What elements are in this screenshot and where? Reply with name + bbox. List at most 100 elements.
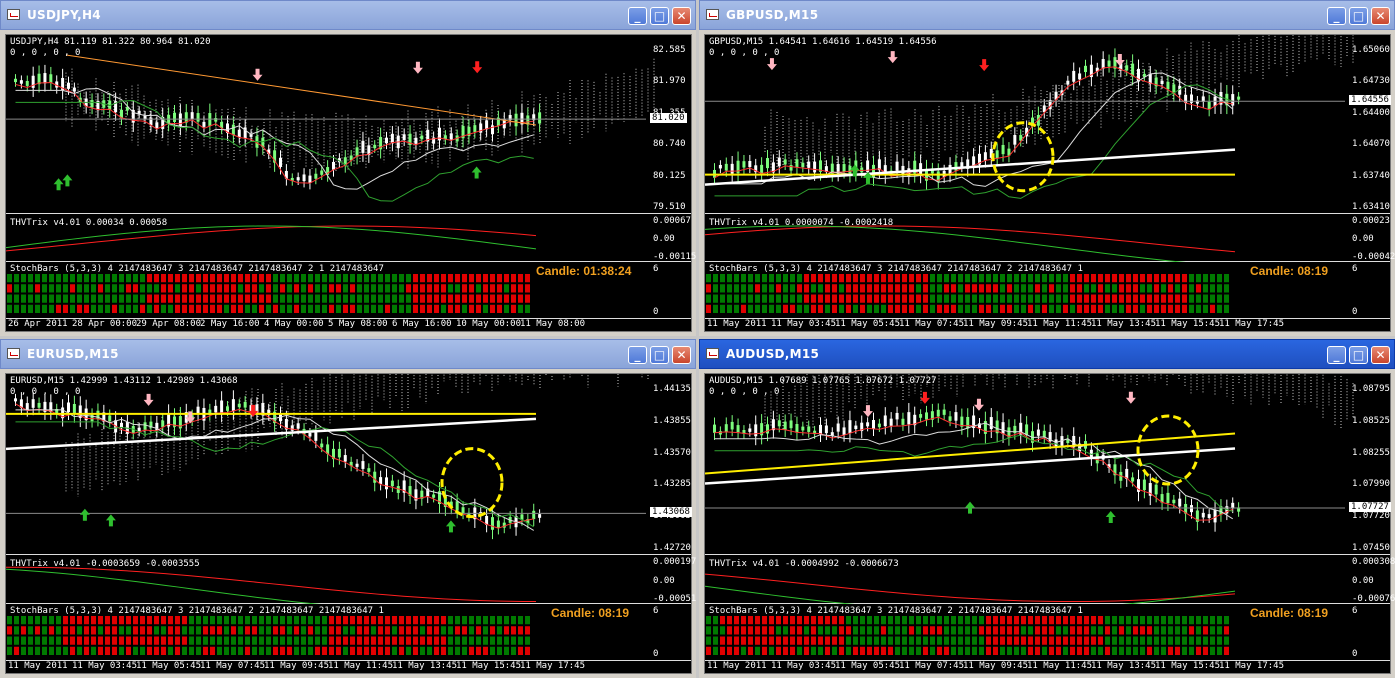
stoch-cell [1105,616,1110,625]
stoch-cell [378,304,383,313]
window-titlebar[interactable]: USDJPY,H4 _ □ ✕ [0,0,696,30]
price-pane[interactable]: GBPUSD,M15 1.64541 1.64616 1.64519 1.645… [705,35,1391,214]
stoch-cell [91,616,96,625]
stoch-cell [993,616,998,625]
stoch-cell [1196,294,1201,303]
stoch-cell [413,636,418,645]
candle-body [1042,430,1046,438]
chart-window-eurusd[interactable]: EURUSD,M15 _ □ ✕ EURUSD,M15 1.42999 1.43… [0,339,696,678]
stoch-cell [455,626,460,635]
stoch-cell [951,284,956,293]
stoch-cell [231,284,236,293]
stoch-cell [1182,294,1187,303]
stoch-cell [776,616,781,625]
stoch-cell [916,294,921,303]
close-button[interactable]: ✕ [1371,7,1390,25]
stoch-cell [518,294,523,303]
price-axis-label: 1.44135 [653,384,691,394]
chart-area[interactable]: EURUSD,M15 1.42999 1.43112 1.42989 1.430… [5,373,696,674]
stoch-cell [343,294,348,303]
trix-pane[interactable]: THVTrix v4.01 0.00034 0.00058 0.00067 0.00… [6,214,696,262]
chart-area[interactable]: GBPUSD,M15 1.64541 1.64616 1.64519 1.645… [704,34,1395,332]
stoch-cell [392,304,397,313]
stochbars-pane[interactable]: StochBars (5,3,3) 4 2147483647 3 2147483… [6,262,691,319]
stoch-cell [245,284,250,293]
chart-area[interactable]: USDJPY,H4 81.119 81.322 80.964 81.020 0 ,… [5,34,696,332]
candle-body [231,124,235,136]
candle-body [1107,60,1111,67]
stoch-cell [161,274,166,283]
stoch-cell [357,294,362,303]
stoch-cell [28,636,33,645]
stoch-cell [1154,294,1159,303]
chart-area[interactable]: AUDUSD,M15 1.07689 1.07765 1.07672 1.077… [704,373,1395,674]
stoch-cell [406,294,411,303]
trix-pane[interactable]: THVTrix v4.01 -0.0003659 -0.0003555 0.000… [6,555,696,604]
stoch-cell [210,626,215,635]
candle-body [877,423,881,428]
maximize-button[interactable]: □ [650,346,669,364]
stoch-cell [245,636,250,645]
stoch-cell [1000,284,1005,293]
stoch-cell [455,284,460,293]
stoch-cell [7,294,12,303]
stoch-cell [804,636,809,645]
stoch-cell [986,646,991,655]
chart-window-audusd[interactable]: AUDUSD,M15 _ □ ✕ AUDUSD,M15 1.07689 1.07… [699,339,1395,678]
stoch-cell [420,636,425,645]
stoch-cell [1189,616,1194,625]
chart-window-usdjpy[interactable]: USDJPY,H4 _ □ ✕ USDJPY,H4 81.119 81.322 … [0,0,696,336]
stoch-cell [1203,636,1208,645]
signal-arrow-down [919,391,930,404]
stoch-cell [91,304,96,313]
minimize-button[interactable]: _ [1327,346,1346,364]
window-titlebar[interactable]: AUDUSD,M15 _ □ ✕ [699,339,1395,369]
trix-pane[interactable]: THVTrix v4.01 0.0000074 -0.0002418 0.0002… [705,214,1395,262]
maximize-button[interactable]: □ [650,7,669,25]
stoch-cell [406,636,411,645]
stoch-cell [1203,284,1208,293]
price-pane[interactable]: USDJPY,H4 81.119 81.322 80.964 81.020 0 ,… [6,35,691,214]
stoch-cell [322,616,327,625]
stoch-cell [245,274,250,283]
price-pane[interactable]: AUDUSD,M15 1.07689 1.07765 1.07672 1.077… [705,374,1391,555]
stoch-cell [993,284,998,293]
stoch-cell [1182,636,1187,645]
price-pane[interactable]: EURUSD,M15 1.42999 1.43112 1.42989 1.430… [6,374,692,555]
stoch-cell [469,646,474,655]
stoch-cell [105,636,110,645]
maximize-button[interactable]: □ [1349,7,1368,25]
trix-pane[interactable]: THVTrix v4.01 -0.0004992 -0.0006673 0.000… [705,555,1395,604]
close-button[interactable]: ✕ [672,346,691,364]
signal-arrow-up [53,178,64,191]
maximize-button[interactable]: □ [1349,346,1368,364]
stoch-cell [748,304,753,313]
stochbars-pane[interactable]: StochBars (5,3,3) 4 2147483647 3 2147483… [705,604,1390,661]
stoch-cell [965,294,970,303]
window-titlebar[interactable]: EURUSD,M15 _ □ ✕ [0,339,696,369]
window-titlebar[interactable]: GBPUSD,M15 _ □ ✕ [699,0,1395,30]
stoch-cell [147,284,152,293]
stoch-cell [1168,294,1173,303]
chart-window-gbpusd[interactable]: GBPUSD,M15 _ □ ✕ GBPUSD,M15 1.64541 1.64… [699,0,1395,336]
stoch-cell [727,284,732,293]
stoch-cell [930,274,935,283]
close-button[interactable]: ✕ [672,7,691,25]
stoch-cell [1154,616,1159,625]
stoch-cell [1091,284,1096,293]
stoch-cell [1056,274,1061,283]
minimize-button[interactable]: _ [628,7,647,25]
stoch-cell [923,294,928,303]
time-axis: 11 May 2011 11 May 03:45 11 May 05:45 11 Ma… [705,317,1390,331]
stochbars-pane[interactable]: StochBars (5,3,3) 4 2147483647 3 2147483… [705,262,1390,319]
stochbars-pane[interactable]: StochBars (5,3,3) 4 2147483647 3 2147483… [6,604,691,661]
stoch-cell [301,294,306,303]
trix-label: THVTrix v4.01 -0.0004992 -0.0006673 [709,559,899,569]
stoch-cell [399,274,404,283]
minimize-button[interactable]: _ [1327,7,1346,25]
close-button[interactable]: ✕ [1371,346,1390,364]
minimize-button[interactable]: _ [628,346,647,364]
stoch-cell [518,636,523,645]
stoch-cell [21,274,26,283]
stoch-cell [42,274,47,283]
